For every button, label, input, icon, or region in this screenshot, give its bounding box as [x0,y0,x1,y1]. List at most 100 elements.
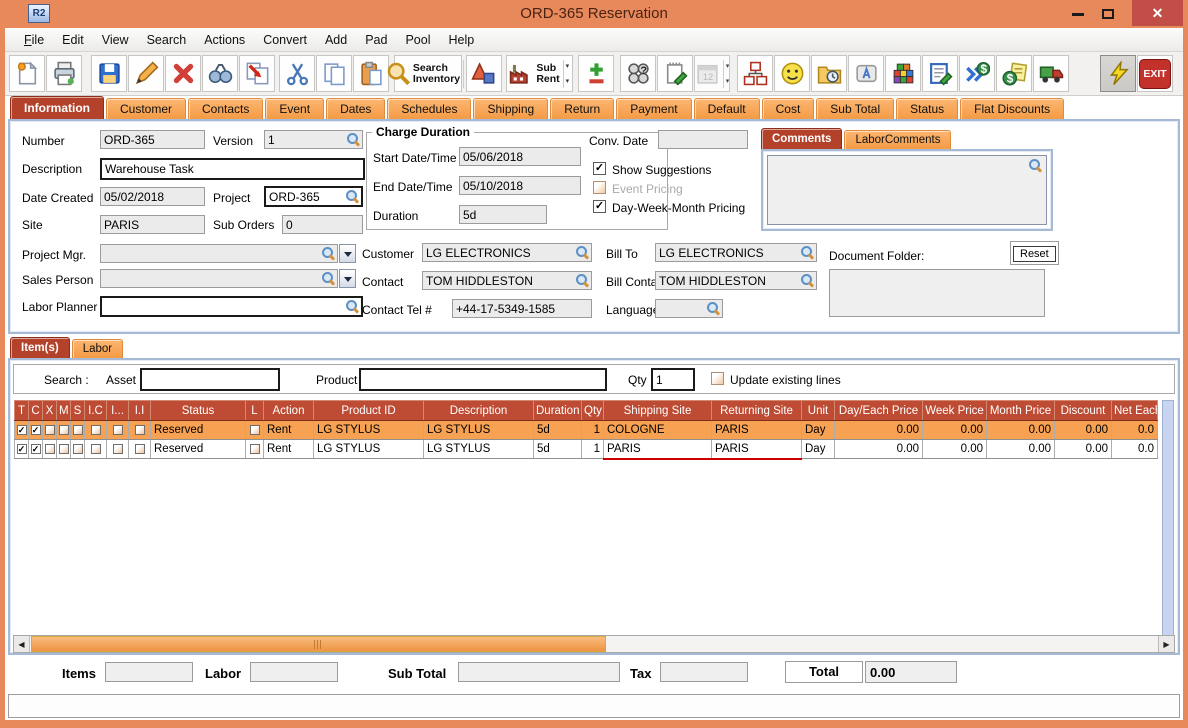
vertical-scrollbar[interactable] [1162,400,1174,636]
sales-person-field[interactable] [100,269,338,288]
cell-product-id[interactable]: LG STYLUS [313,420,424,440]
calendar-dropdown[interactable]: ▾ ▾ [722,59,729,88]
cell-x[interactable] [42,420,57,440]
notes-edit-button[interactable] [922,55,958,92]
contact-tel-field[interactable]: +44-17-5349-1585 [452,299,592,318]
cell-i-i[interactable] [128,439,151,459]
cell-action[interactable]: Rent [263,439,314,459]
comments-textarea[interactable] [767,155,1047,225]
version-field[interactable]: 1 [264,130,363,149]
cell-returning-site[interactable]: PARIS [711,420,802,440]
tab-return[interactable]: Return [550,98,615,119]
cell-duration[interactable]: 5d [533,439,582,459]
cell-i-c[interactable] [84,420,107,440]
save-button[interactable] [91,55,127,92]
tab-dates[interactable]: Dates [326,98,386,119]
column-header-description[interactable]: Description [423,400,534,421]
project-mgr-lookup-icon[interactable] [321,247,334,260]
column-header-i-c[interactable]: I.C [84,400,107,421]
reset-button[interactable]: Reset [1013,246,1056,262]
project-lookup-icon[interactable] [345,190,358,203]
customer-lookup-icon[interactable] [575,246,588,259]
cell-shipping-site[interactable]: COLOGNE [603,420,712,440]
column-header-status[interactable]: Status [150,400,246,421]
site-field[interactable]: PARIS [100,215,205,234]
org-chart-button[interactable] [737,55,773,92]
add-line-button[interactable] [578,55,614,92]
conv-date-field[interactable] [658,130,748,149]
tab-event[interactable]: Event [265,98,325,119]
copy-button[interactable] [316,55,352,92]
find-binoculars-button[interactable] [202,55,238,92]
contact-lookup-icon[interactable] [575,274,588,287]
cell-i[interactable] [106,420,129,440]
version-lookup-icon[interactable] [346,133,359,146]
dollar-transfer-button[interactable]: $ [959,55,995,92]
cubes-button[interactable] [885,55,921,92]
l-cell-checkbox[interactable] [249,443,260,454]
menu-pool[interactable]: Pool [396,28,439,52]
column-header-qty[interactable]: Qty [581,400,604,421]
tab-laborcomments[interactable]: LaborComments [844,130,952,149]
cell-product-id[interactable]: LG STYLUS [313,439,424,459]
x-cell-checkbox[interactable] [44,443,55,454]
menu-help[interactable]: Help [440,28,484,52]
calendar-button[interactable]: 12 ▾ ▾ [694,55,730,92]
cell-month-price[interactable]: 0.00 [986,420,1055,440]
project-mgr-field[interactable] [100,244,338,263]
sales-person-lookup-icon[interactable] [321,272,334,285]
project-field[interactable]: ORD-365 [264,186,363,207]
menu-search[interactable]: Search [138,28,196,52]
tab-item-s[interactable]: Item(s) [10,337,70,358]
menu-add[interactable]: Add [316,28,356,52]
cell-month-price[interactable]: 0.00 [986,439,1055,459]
search-inventory-button[interactable]: Search Inventory▾▾ [387,55,470,92]
cell-l[interactable] [245,439,264,459]
tab-labor[interactable]: Labor [71,339,124,358]
cell-day-each-price[interactable]: 0.00 [834,420,923,440]
tab-default[interactable]: Default [693,98,760,119]
c-cell-checkbox[interactable]: ✓ [30,424,41,435]
cell-day-each-price[interactable]: 0.00 [834,439,923,459]
new-document-button[interactable] [9,55,45,92]
menu-actions[interactable]: Actions [195,28,254,52]
column-header-m[interactable]: M [56,400,71,421]
scroll-left-arrow[interactable]: ◀ [14,636,30,652]
menu-view[interactable]: View [93,28,138,52]
t-cell-checkbox[interactable]: ✓ [16,424,27,435]
s-cell-checkbox[interactable] [72,424,83,435]
cell-t[interactable]: ✓ [14,420,29,440]
l-cell-checkbox[interactable] [249,424,260,435]
close-button[interactable]: ✕ [1132,0,1183,26]
date-created-field[interactable]: 05/02/2018 [100,187,205,206]
cell-c[interactable]: ✓ [28,439,43,459]
cell-status[interactable]: Reserved [150,439,246,459]
bill-contact-lookup-icon[interactable] [800,274,813,287]
end-date-field[interactable]: 05/10/2018 [459,176,581,195]
cell-discount[interactable]: 0.00 [1054,420,1112,440]
edit-pencil-button[interactable] [128,55,164,92]
horizontal-scrollbar[interactable]: ◀ ▶ [13,635,1175,653]
column-header-product-id[interactable]: Product ID [313,400,424,421]
cell-shipping-site[interactable]: PARIS [603,439,712,460]
scroll-right-arrow[interactable]: ▶ [1158,636,1174,652]
tab-status[interactable]: Status [896,98,959,119]
scrollbar-thumb[interactable] [31,636,606,652]
cell-i[interactable] [106,439,129,459]
column-header-month-price[interactable]: Month Price [986,400,1055,421]
cell-net-each[interactable]: 0.0 [1111,420,1158,440]
dollar-notes-button[interactable]: $ [996,55,1032,92]
idots-cell-checkbox[interactable] [112,424,123,435]
maximize-button[interactable] [1096,5,1120,23]
contact-field[interactable]: TOM HIDDLESTON [422,271,592,290]
column-header-i[interactable]: I... [106,400,129,421]
lightning-button[interactable] [1100,55,1136,92]
cut-button[interactable] [279,55,315,92]
tab-schedules[interactable]: Schedules [387,98,472,119]
ii-cell-checkbox[interactable] [134,443,145,454]
language-field[interactable] [655,299,723,318]
cell-s[interactable] [70,439,85,459]
bill-to-field[interactable]: LG ELECTRONICS [655,243,817,262]
cell-description[interactable]: LG STYLUS [423,420,534,440]
asset-input[interactable] [140,368,280,391]
